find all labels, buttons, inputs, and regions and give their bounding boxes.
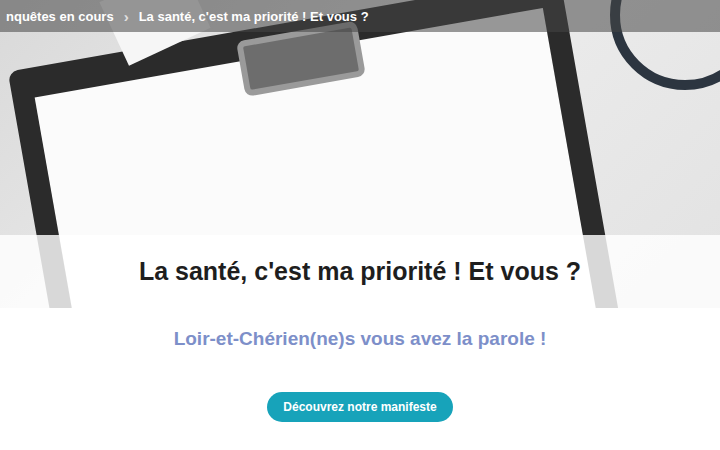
breadcrumb: nquêtes en cours › La santé, c'est ma prio… (0, 0, 720, 32)
page-title: La santé, c'est ma priorité ! Et vous ? (123, 257, 597, 286)
breadcrumb-separator: › (124, 8, 129, 25)
title-band: La santé, c'est ma priorité ! Et vous ? (0, 235, 720, 308)
page: nquêtes en cours › La santé, c'est ma prio… (0, 0, 720, 450)
hero: nquêtes en cours › La santé, c'est ma prio… (0, 0, 720, 308)
actions: Découvrez notre manifeste (0, 392, 720, 422)
subtitle: Loir-et-Chérien(ne)s vous avez la parole… (0, 328, 720, 350)
breadcrumb-item: La santé, c'est ma priorité ! Et vous ? (139, 9, 369, 24)
manifesto-button[interactable]: Découvrez notre manifeste (267, 392, 452, 422)
breadcrumb-item[interactable]: nquêtes en cours (6, 9, 114, 24)
